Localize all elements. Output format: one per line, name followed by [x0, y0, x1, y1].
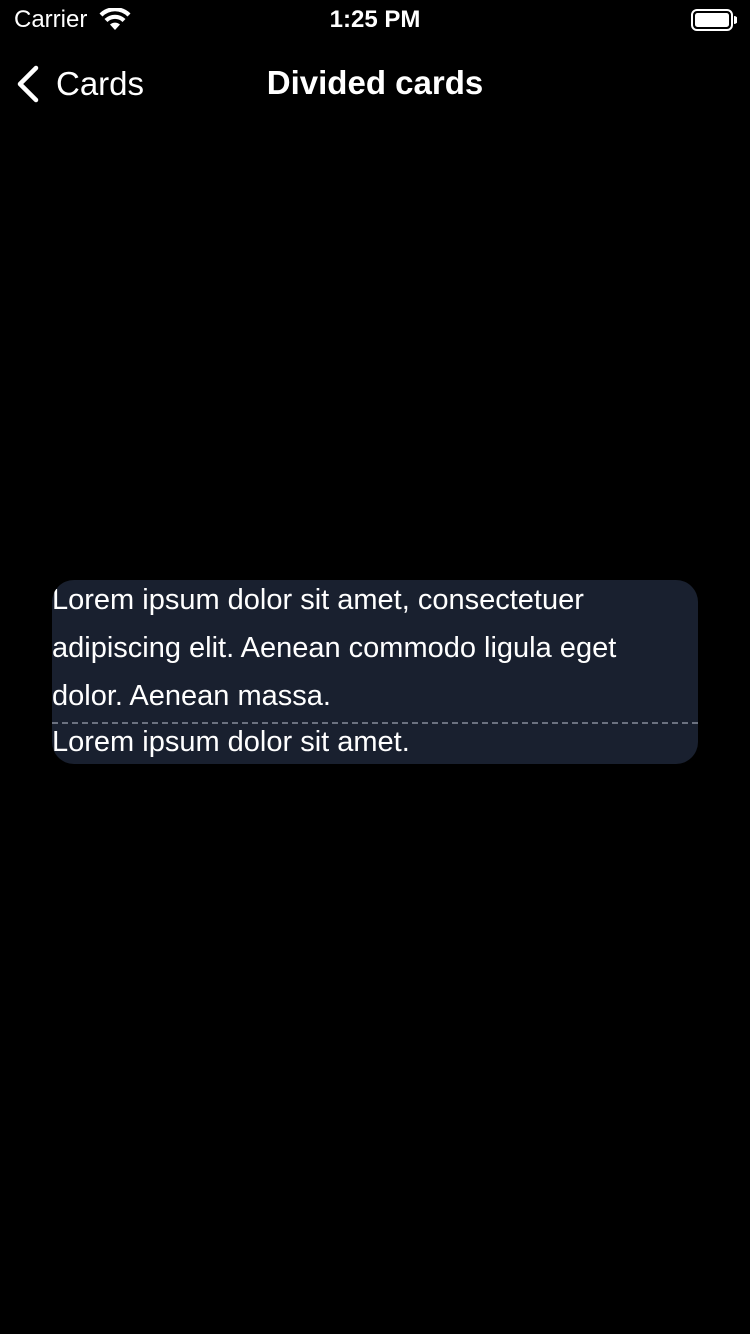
divided-card: Lorem ipsum dolor sit amet, consectetuer…	[52, 580, 698, 764]
screen: Carrier 1:25 PM Cards Divided cards Lore…	[0, 0, 750, 1334]
status-bar: Carrier 1:25 PM	[0, 0, 750, 40]
status-time: 1:25 PM	[329, 6, 421, 33]
page-title: Divided cards	[266, 64, 484, 101]
card-section-text: Lorem ipsum dolor sit amet.	[52, 726, 410, 758]
battery-full-icon	[691, 9, 737, 31]
navigation-bar: Cards Divided cards	[0, 40, 750, 128]
card-section-text: Lorem ipsum dolor sit amet, consectetuer…	[52, 584, 617, 712]
